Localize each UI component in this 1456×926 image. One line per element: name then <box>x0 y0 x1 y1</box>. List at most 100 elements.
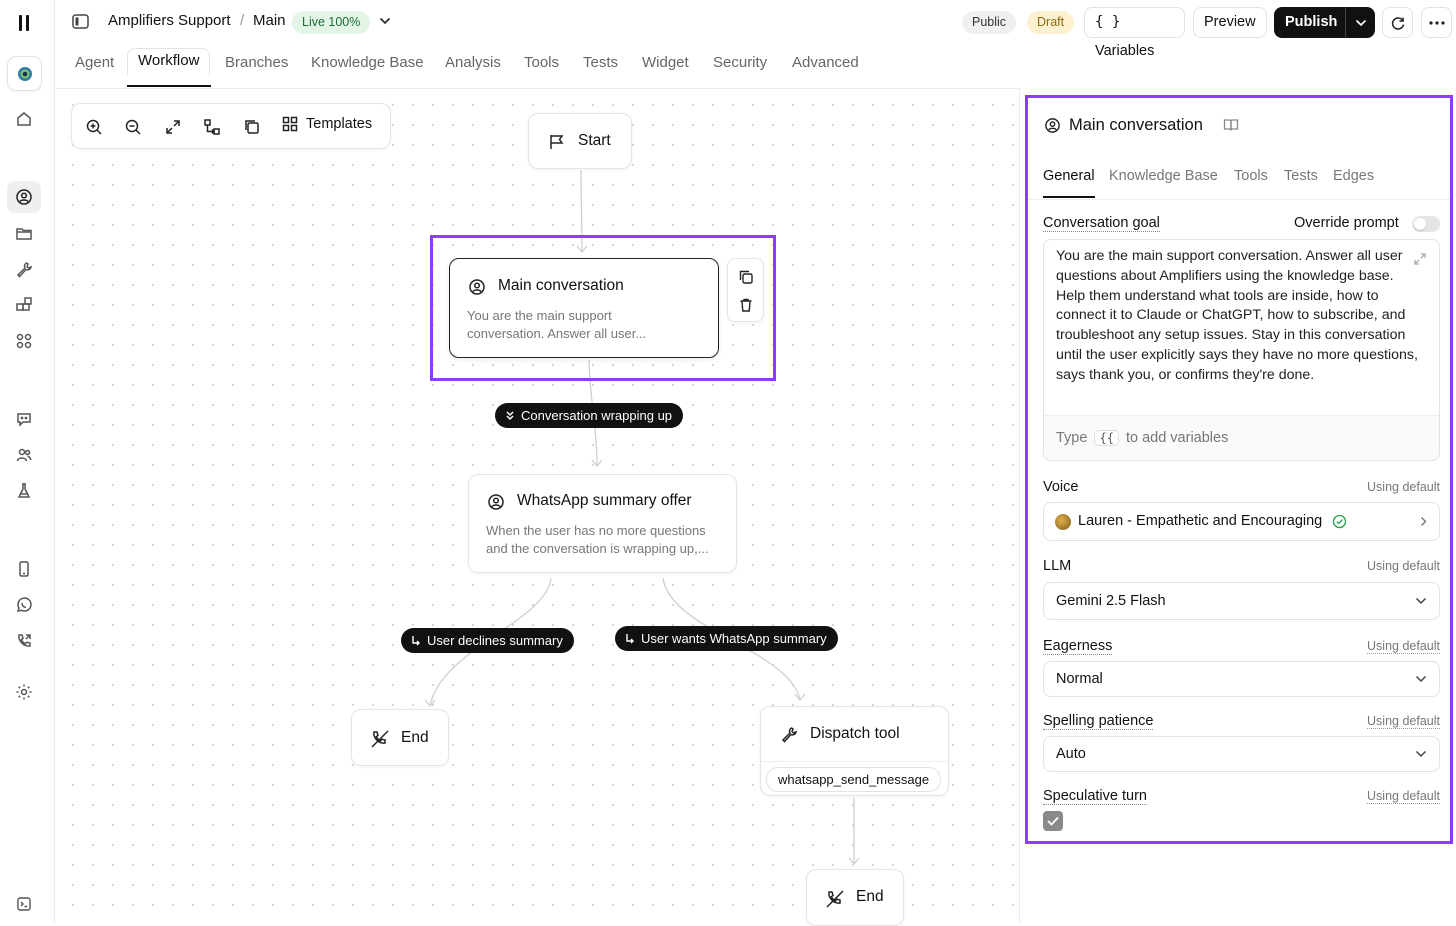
speculative-turn-checkbox[interactable] <box>1043 811 1063 831</box>
chevron-down-icon <box>1415 675 1427 683</box>
voice-label: Voice <box>1043 479 1079 495</box>
override-prompt-label: Override prompt <box>1294 215 1399 231</box>
zoom-out-icon[interactable] <box>122 116 144 138</box>
voice-avatar <box>1055 514 1071 530</box>
folder-icon[interactable] <box>13 222 35 244</box>
phone-call-icon[interactable] <box>13 630 35 652</box>
agent-icon <box>1044 117 1061 134</box>
fit-view-icon[interactable] <box>162 116 184 138</box>
eagerness-select[interactable]: Normal <box>1043 661 1440 697</box>
breadcrumb-agent[interactable]: Amplifiers Support <box>108 12 231 29</box>
end-node[interactable]: End <box>806 869 904 926</box>
book-icon[interactable] <box>1223 118 1239 132</box>
panel-tab-tools[interactable]: Tools <box>1234 168 1268 184</box>
voice-using-default: Using default <box>1367 480 1440 494</box>
integrations-icon[interactable] <box>13 294 35 316</box>
conversations-icon[interactable] <box>13 408 35 430</box>
flask-icon[interactable] <box>13 480 35 502</box>
override-prompt-toggle[interactable] <box>1412 216 1440 232</box>
agent-tabs: Agent Workflow Branches Knowledge Base A… <box>55 44 1456 88</box>
phone-device-icon[interactable] <box>13 558 35 580</box>
llm-using-default: Using default <box>1367 559 1440 573</box>
panel-tab-knowledge-base[interactable]: Knowledge Base <box>1109 168 1218 184</box>
main-conversation-node[interactable]: Main conversation You are the main suppo… <box>449 258 719 358</box>
tab-widget[interactable]: Widget <box>642 54 689 71</box>
expand-icon[interactable] <box>1413 252 1427 266</box>
conversation-goal-editor[interactable]: You are the main support conversation. A… <box>1043 239 1440 461</box>
flag-icon <box>548 133 566 151</box>
panel-title: Main conversation <box>1069 116 1203 134</box>
main-node-description: You are the main support conversation. A… <box>467 308 647 341</box>
refresh-icon <box>1391 17 1405 30</box>
zoom-in-icon[interactable] <box>83 116 105 138</box>
auto-layout-icon[interactable] <box>201 116 223 138</box>
tab-knowledge-base[interactable]: Knowledge Base <box>311 54 424 71</box>
sidebar-toggle-icon[interactable] <box>72 14 89 29</box>
apps-grid-icon[interactable] <box>13 330 35 352</box>
publish-button[interactable]: Publish <box>1274 7 1345 38</box>
eagerness-label: Eagerness <box>1043 638 1113 655</box>
edge-label-wrapping[interactable]: Conversation wrapping up <box>495 403 684 428</box>
breadcrumb-branch[interactable]: Main <box>253 12 286 29</box>
active-tab-indicator <box>127 85 211 87</box>
double-chevron-down-icon <box>505 410 515 421</box>
canvas-toolbar: Templates <box>71 103 391 149</box>
terminal-icon[interactable] <box>13 893 35 915</box>
variables-button[interactable]: { } Variables <box>1084 7 1185 59</box>
wrench-icon[interactable] <box>13 258 35 280</box>
edge-label-declines[interactable]: User declines summary <box>401 628 574 653</box>
voice-select[interactable]: Lauren - Empathetic and Encouraging <box>1043 502 1440 541</box>
spelling-using-default: Using default <box>1367 714 1440 729</box>
sync-button[interactable] <box>1382 7 1413 38</box>
panel-tab-general[interactable]: General <box>1043 168 1095 184</box>
end-node[interactable]: End <box>351 709 449 766</box>
home-icon[interactable] <box>13 108 35 130</box>
verified-check-icon <box>1332 514 1347 529</box>
chevron-down-icon <box>1355 19 1367 27</box>
whatsapp-icon[interactable] <box>13 594 35 616</box>
dispatch-node-title: Dispatch tool <box>810 725 900 742</box>
agent-icon <box>468 278 486 296</box>
spelling-patience-label: Spelling patience <box>1043 713 1154 730</box>
templates-button[interactable]: Templates <box>282 116 372 132</box>
check-icon <box>1047 816 1059 826</box>
conversation-goal-text[interactable]: You are the main support conversation. A… <box>1056 247 1418 386</box>
pause-icon[interactable] <box>13 12 35 34</box>
tab-security[interactable]: Security <box>713 54 767 71</box>
left-rail <box>0 0 55 924</box>
spelling-patience-select[interactable]: Auto <box>1043 736 1440 772</box>
publish-options-button[interactable] <box>1345 7 1375 38</box>
whatsapp-summary-node[interactable]: WhatsApp summary offer When the user has… <box>468 474 737 573</box>
edge-label-wants[interactable]: User wants WhatsApp summary <box>615 626 838 651</box>
panel-tab-edges[interactable]: Edges <box>1333 168 1374 184</box>
node-actions <box>727 258 764 322</box>
start-node[interactable]: Start <box>528 113 632 169</box>
tab-tests[interactable]: Tests <box>583 54 618 71</box>
preview-button[interactable]: Preview <box>1193 7 1267 38</box>
duplicate-icon[interactable] <box>241 116 263 138</box>
whatsapp-node-description: When the user has no more questions and … <box>486 523 709 556</box>
branch-dropdown-chevron-icon[interactable] <box>379 17 391 25</box>
tab-branches[interactable]: Branches <box>225 54 288 71</box>
copy-node-icon[interactable] <box>738 269 754 285</box>
main-node-title: Main conversation <box>498 277 624 294</box>
eagerness-using-default: Using default <box>1367 639 1440 654</box>
workspace-logo[interactable] <box>7 56 42 91</box>
agents-icon[interactable] <box>7 181 41 213</box>
templates-grid-icon <box>282 116 298 132</box>
tab-analysis[interactable]: Analysis <box>445 54 501 71</box>
speculative-using-default: Using default <box>1367 789 1440 804</box>
users-icon[interactable] <box>13 444 35 466</box>
tab-tools[interactable]: Tools <box>524 54 559 71</box>
public-badge: Public <box>962 11 1017 34</box>
tab-agent[interactable]: Agent <box>75 54 114 71</box>
dispatch-tool-node[interactable]: Dispatch tool whatsapp_send_message <box>760 706 949 796</box>
delete-node-icon[interactable] <box>738 297 754 313</box>
tab-advanced[interactable]: Advanced <box>792 54 859 71</box>
start-node-title: Start <box>578 132 611 149</box>
settings-gear-icon[interactable] <box>13 681 35 703</box>
panel-tab-tests[interactable]: Tests <box>1284 168 1318 184</box>
llm-select[interactable]: Gemini 2.5 Flash <box>1043 582 1440 620</box>
more-options-button[interactable] <box>1421 7 1452 38</box>
tab-workflow[interactable]: Workflow <box>127 48 211 75</box>
